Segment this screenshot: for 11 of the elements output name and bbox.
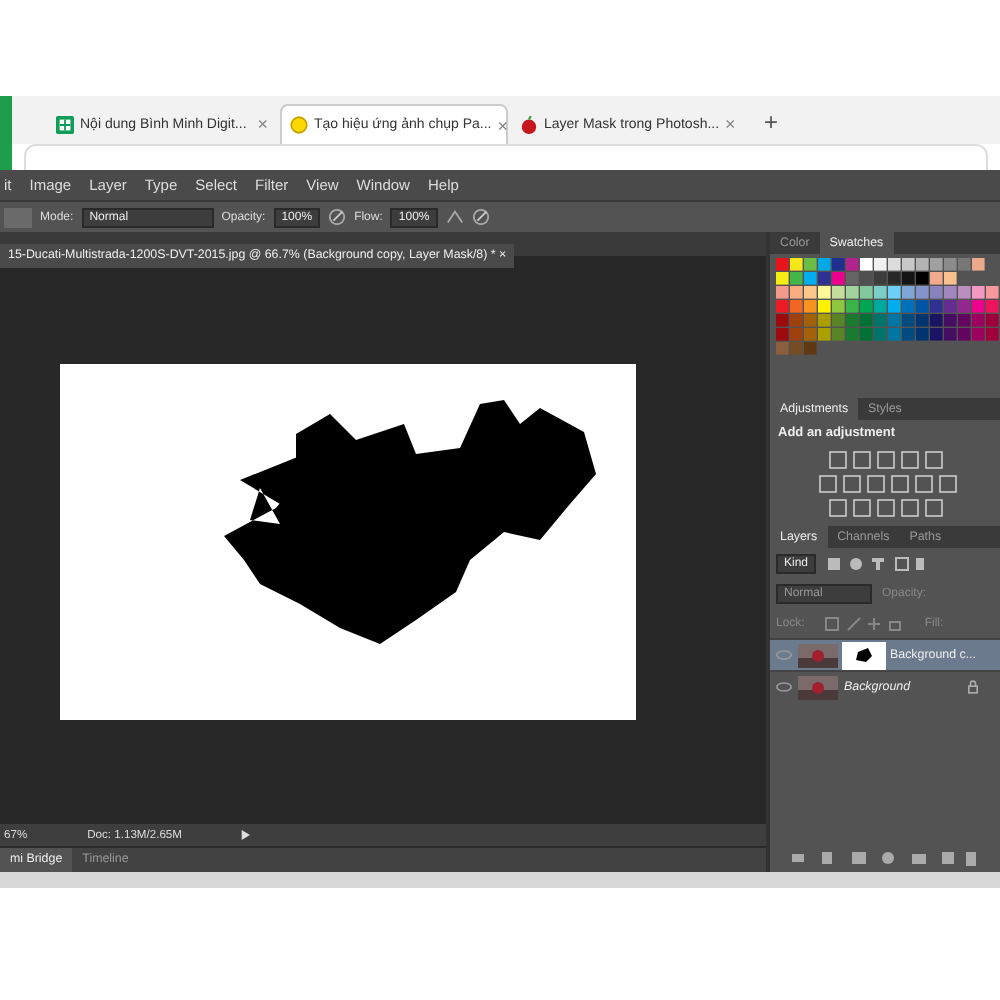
play-icon[interactable] — [239, 830, 250, 840]
close-icon[interactable]: × — [497, 115, 509, 135]
layer-thumbnail — [798, 643, 838, 667]
layer-thumbnail — [798, 675, 838, 699]
circle-icon — [290, 116, 308, 134]
spreadsheet-icon — [56, 115, 74, 133]
adjustment-icons-drawing[interactable] — [818, 450, 958, 518]
apple-icon — [520, 115, 538, 133]
filter-icons-drawing[interactable] — [826, 555, 927, 571]
new-tab-button[interactable]: + — [752, 108, 791, 144]
eye-icon[interactable] — [776, 682, 792, 692]
